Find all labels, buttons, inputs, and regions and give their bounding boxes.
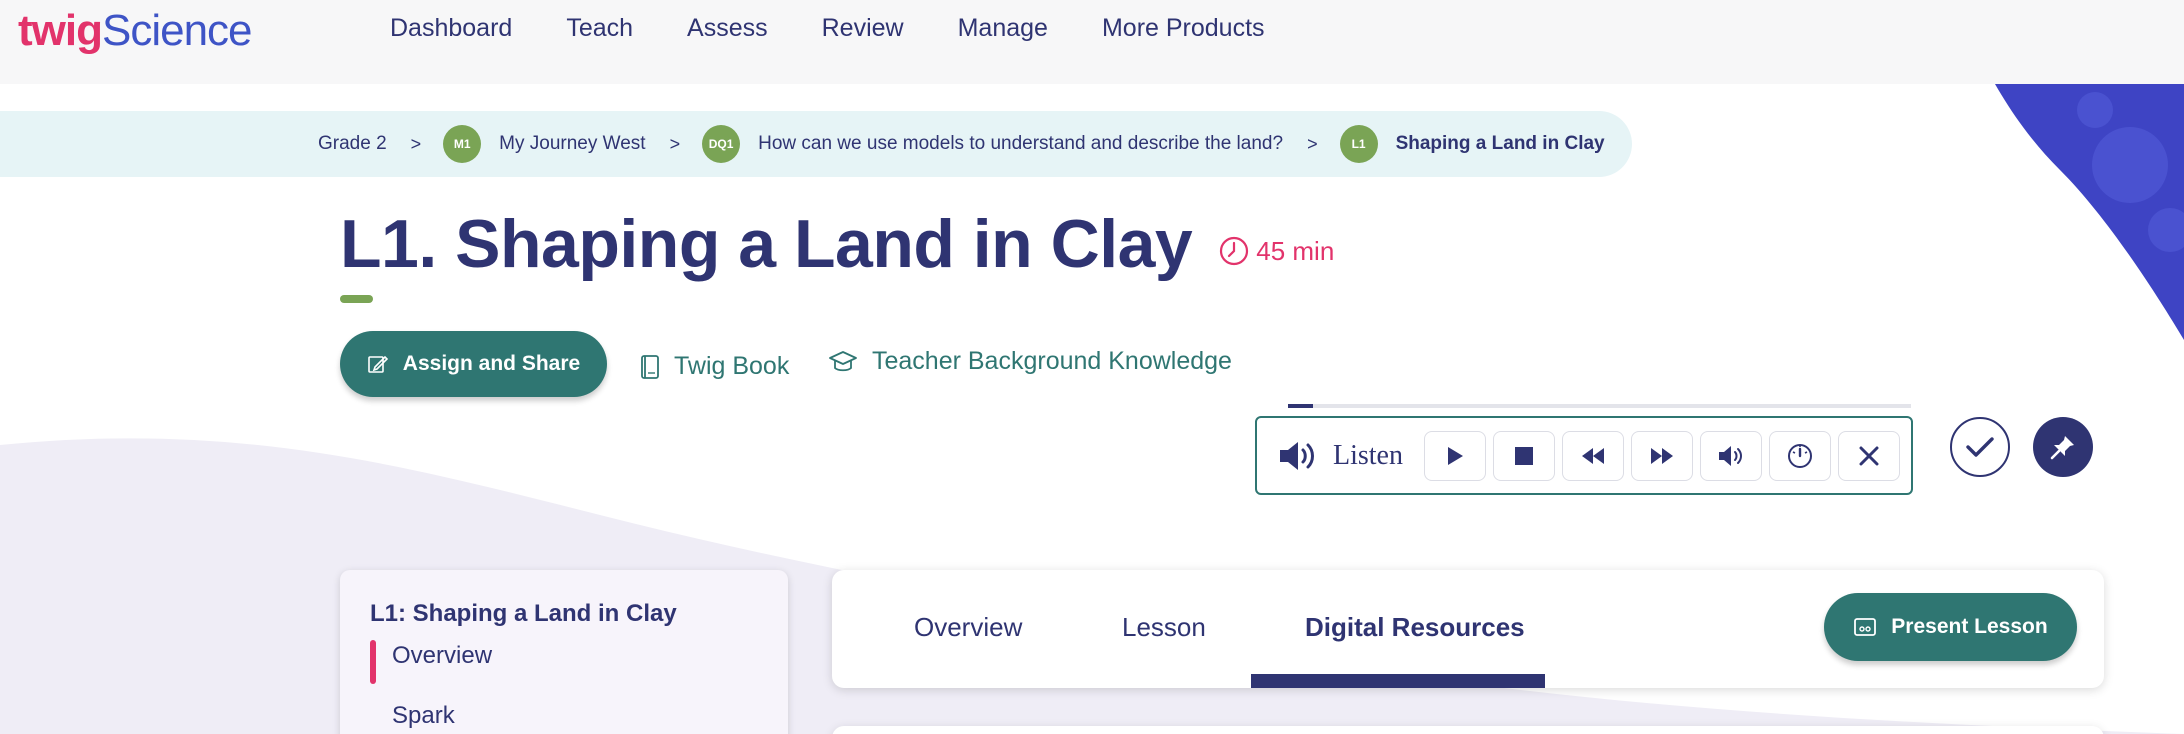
breadcrumb-grade[interactable]: Grade 2	[318, 133, 387, 155]
tab-lesson[interactable]: Lesson	[1122, 612, 1206, 643]
breadcrumb-lesson-label: Shaping a Land in Clay	[1395, 133, 1605, 154]
nav-assess[interactable]: Assess	[687, 14, 768, 43]
lesson-outline-panel: L1: Shaping a Land in Clay Overview Spar…	[340, 570, 788, 734]
assign-and-share-button[interactable]: Assign and Share	[340, 331, 607, 397]
breadcrumb-module[interactable]: M1 My Journey West	[443, 125, 646, 163]
nav-teach[interactable]: Teach	[566, 14, 633, 43]
lesson-outline-title: L1: Shaping a Land in Clay	[370, 600, 677, 627]
clock-icon	[1220, 236, 1249, 266]
breadcrumb-separator: >	[1307, 133, 1318, 154]
stop-icon	[1515, 446, 1533, 465]
fast-forward-button[interactable]	[1631, 430, 1693, 481]
question-badge: DQ1	[702, 125, 741, 163]
audio-progress-fill	[1288, 404, 1313, 408]
nav-manage[interactable]: Manage	[958, 14, 1048, 43]
breadcrumb-separator: >	[669, 133, 681, 154]
top-navigation-bar: twig Science Dashboard Teach Assess Revi…	[0, 0, 2184, 84]
speed-icon	[1788, 443, 1812, 468]
twig-book-label: Twig Book	[674, 352, 790, 380]
logo-twig-text: twig	[18, 6, 103, 55]
edit-icon	[367, 355, 388, 373]
content-card	[832, 726, 2104, 734]
presentation-icon	[1854, 618, 1877, 636]
speaker-icon	[1280, 441, 1314, 470]
close-toolbar-button[interactable]	[1838, 430, 1900, 481]
pin-icon	[2050, 436, 2074, 460]
pin-button[interactable]	[2033, 417, 2093, 477]
play-icon	[1448, 446, 1463, 465]
graduation-cap-icon	[829, 350, 857, 371]
rewind-button[interactable]	[1562, 430, 1624, 481]
logo-science-text: Science	[101, 6, 253, 55]
rewind-icon	[1582, 447, 1604, 464]
outline-item-overview[interactable]: Overview	[370, 640, 492, 684]
breadcrumb-question-label: How can we use models to understand and …	[758, 133, 1284, 154]
page-title: L1. Shaping a Land in Clay	[340, 206, 1193, 282]
stop-button[interactable]	[1493, 430, 1555, 481]
duration-text: 45 min	[1256, 235, 1335, 266]
title-underline	[340, 295, 373, 303]
breadcrumb-question[interactable]: DQ1 How can we use models to understand …	[702, 125, 1283, 163]
book-icon	[641, 354, 659, 379]
nav-more-products[interactable]: More Products	[1102, 14, 1265, 43]
audio-progress-track[interactable]	[1288, 404, 1911, 408]
title-row: L1. Shaping a Land in Clay 45 min	[340, 205, 1334, 283]
breadcrumb-module-label: My Journey West	[499, 133, 646, 154]
main-nav: Dashboard Teach Assess Review Manage Mor…	[390, 14, 1265, 43]
breadcrumb: Grade 2 > M1 My Journey West > DQ1 How c…	[0, 111, 1632, 177]
tab-overview[interactable]: Overview	[914, 612, 1022, 643]
nav-dashboard[interactable]: Dashboard	[390, 14, 512, 43]
present-lesson-button[interactable]: Present Lesson	[1824, 593, 2077, 661]
breadcrumb-lesson: L1 Shaping a Land in Clay	[1339, 125, 1605, 163]
play-button[interactable]	[1424, 430, 1486, 481]
speed-button[interactable]	[1769, 430, 1831, 481]
close-icon	[1859, 446, 1879, 465]
twig-book-link[interactable]: Twig Book	[640, 352, 789, 381]
mark-complete-button[interactable]	[1950, 417, 2010, 477]
module-badge: M1	[443, 125, 482, 163]
listen-label: Listen	[1333, 439, 1403, 471]
active-tab-indicator	[1251, 674, 1545, 688]
listen-toolbar: Listen	[1255, 416, 1913, 495]
tab-digital-resources[interactable]: Digital Resources	[1305, 612, 1525, 643]
volume-icon	[1719, 445, 1742, 466]
assign-and-share-label: Assign and Share	[402, 352, 581, 375]
teacher-background-knowledge-label: Teacher Background Knowledge	[872, 347, 1232, 375]
volume-button[interactable]	[1700, 430, 1762, 481]
outline-item-spark[interactable]: Spark	[370, 702, 455, 730]
checkmark-icon	[1966, 437, 1994, 457]
fast-forward-icon	[1651, 447, 1673, 464]
lesson-badge: L1	[1339, 125, 1378, 163]
nav-review[interactable]: Review	[822, 14, 904, 43]
present-lesson-label: Present Lesson	[1891, 615, 2048, 638]
breadcrumb-separator: >	[410, 133, 422, 154]
teacher-background-knowledge-link[interactable]: Teacher Background Knowledge	[828, 347, 1232, 376]
duration-badge: 45 min	[1218, 235, 1334, 267]
twig-science-logo[interactable]: twig Science	[18, 6, 253, 56]
